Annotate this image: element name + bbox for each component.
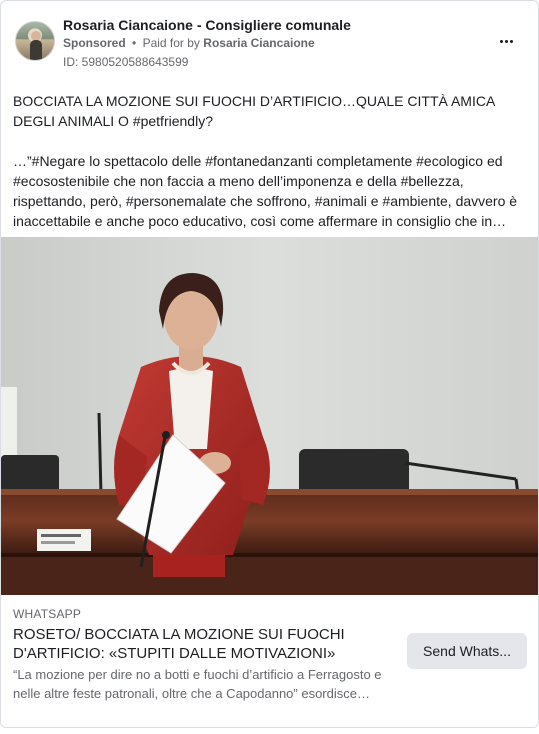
more-dot bbox=[499, 39, 503, 43]
link-description: “La mozione per dire no a botti e fuochi… bbox=[13, 667, 382, 701]
ad-card: Rosaria Ciancaione - Consigliere comunal… bbox=[0, 0, 539, 728]
paid-for-prefix: Paid for by bbox=[142, 36, 200, 50]
page-avatar[interactable] bbox=[15, 21, 55, 61]
post-text[interactable]: …”#Negare lo spettacolo delle #fontaneda… bbox=[13, 151, 525, 231]
post-body: BOCCIATA LA MOZIONE SUI FUOCHI D’ARTIFIC… bbox=[13, 91, 525, 251]
more-dot bbox=[509, 39, 513, 43]
meta-separator: • bbox=[132, 36, 137, 50]
link-preview[interactable]: WHATSAPP ROSETO/ BOCCIATA LA MOZIONE SUI… bbox=[1, 595, 538, 727]
payer-name: Rosaria Ciancaione bbox=[203, 36, 315, 50]
sponsored-meta: Sponsored • Paid for by Rosaria Ciancaio… bbox=[63, 36, 315, 50]
post-header: Rosaria Ciancaione - Consigliere comunal… bbox=[13, 15, 526, 71]
send-whatsapp-button[interactable]: Send Whats... bbox=[407, 633, 527, 669]
post-headline: BOCCIATA LA MOZIONE SUI FUOCHI D’ARTIFIC… bbox=[13, 93, 495, 129]
page-name-link[interactable]: Rosaria Ciancaione - Consigliere comunal… bbox=[63, 17, 351, 33]
avatar-figure-shape bbox=[30, 40, 42, 60]
ad-id: ID: 5980520588643599 bbox=[63, 55, 189, 69]
more-options-icon[interactable] bbox=[494, 31, 518, 51]
council-chamber-photo bbox=[1, 237, 538, 595]
link-domain: WHATSAPP bbox=[13, 607, 82, 621]
link-title[interactable]: ROSETO/ BOCCIATA LA MOZIONE SUI FUOCHI D… bbox=[13, 625, 393, 663]
more-dot bbox=[504, 39, 508, 43]
ad-image[interactable] bbox=[1, 237, 538, 595]
sponsored-label: Sponsored bbox=[63, 36, 126, 50]
